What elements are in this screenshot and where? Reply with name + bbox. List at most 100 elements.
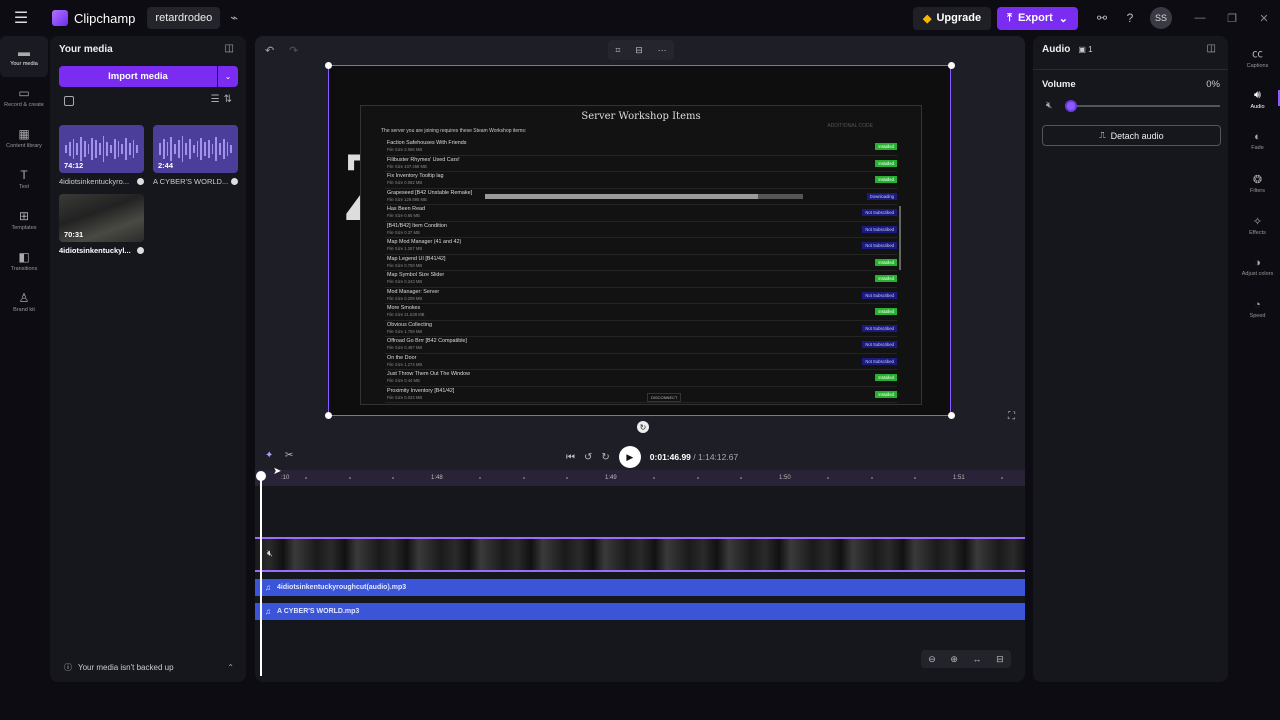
tool-adjust-colors[interactable]: ◑ Adjust colors (1235, 246, 1280, 288)
audio-track-clip-2[interactable]: ♫ A CYBER'S WORLD.mp3 (255, 603, 1025, 620)
tool-captions[interactable]: ㏄ Captions (1235, 36, 1280, 78)
restore-icon[interactable]: ❐ (1216, 0, 1248, 36)
tool-filters[interactable]: ❂ Filters (1235, 162, 1280, 204)
fit-timeline-icon[interactable]: ↔ (973, 654, 982, 664)
workshop-item-name: Offroad Go Brrr [B42 Compatible] (387, 338, 467, 344)
collapse-panel-icon[interactable]: ◫ (1207, 43, 1216, 54)
chevron-up-icon[interactable]: ⌃ (227, 663, 234, 672)
resize-handle[interactable] (948, 412, 955, 419)
media-item-audio-1[interactable]: 74:12 (59, 125, 144, 173)
tool-fade[interactable]: ◐ Fade (1235, 120, 1280, 162)
volume-slider-knob[interactable] (1065, 100, 1077, 112)
workshop-item-size: File Size 21.538 MB (387, 312, 425, 317)
volume-slider[interactable] (1065, 100, 1220, 112)
waveform (159, 135, 232, 163)
workshop-item-name: Map Legend UI [B41/42] (387, 255, 446, 262)
close-icon[interactable]: ✕ (1248, 0, 1280, 36)
tool-audio[interactable]: 🔊︎ Audio (1235, 78, 1280, 120)
filter-sort-controls[interactable]: ☰⇅ (211, 94, 236, 105)
rotate-icon[interactable]: ↻ (637, 421, 649, 433)
nav-label: Brand kit (13, 307, 35, 313)
menu-icon[interactable]: ☰ (0, 0, 42, 36)
help-icon[interactable]: ? (1116, 4, 1144, 32)
video-frame[interactable]: project Z Server Workshop Items The serv… (328, 65, 951, 416)
properties-panel: Audio ▣ 1 ◫ Volume 0% 🔇︎ ⎍ Detach audio (1033, 36, 1228, 682)
export-button[interactable]: ⤒ Export ⌄ (997, 6, 1078, 30)
playhead-handle[interactable] (256, 471, 266, 481)
zoom-in-icon[interactable]: ⊕ (950, 654, 958, 665)
workshop-item-row: Just Throw Them Out The Window File Size … (385, 370, 897, 387)
audio-track-clip-1[interactable]: ♫ 4idiotsinkentuckyroughcut(audio).mp3 (255, 579, 1025, 596)
collapse-panel-icon[interactable]: ◫ (225, 43, 234, 54)
media-item-audio-2[interactable]: 2:44 (153, 125, 238, 173)
workshop-item-row: On the Door File Size 1.274 MB Not Subscri… (385, 354, 897, 370)
import-dropdown-button[interactable]: ⌄ (218, 66, 238, 87)
select-all-checkbox[interactable] (64, 96, 74, 106)
media-item-name: 4idiotsinkentuckyro... (59, 177, 130, 186)
backup-notice[interactable]: ⓘ Your media isn't backed up ⌃ (50, 652, 246, 682)
right-tools-rail: ㏄ Captions 🔊︎ Audio ◐ Fade ❂ Filters ✧ E… (1235, 36, 1280, 696)
workshop-item-status: Not Subscribed (862, 357, 897, 365)
check-icon (137, 178, 144, 185)
playback-controls: ✦ ✂ ⏮ ↺ ↻ ▶ 0:01:46.99 / 1:14:12.67 (255, 436, 1025, 470)
record-icon: ▭ (18, 86, 30, 100)
muted-speaker-icon[interactable]: 🔇︎ (267, 548, 273, 559)
nav-templates[interactable]: ⊞ Templates (0, 200, 48, 241)
media-item-video[interactable]: 70:31 (59, 194, 144, 242)
minimize-icon[interactable]: — (1184, 0, 1216, 36)
media-duration: 2:44 (158, 161, 174, 170)
text-icon: T (20, 168, 28, 182)
brand-kit-icon: ♙ (18, 291, 30, 305)
nav-your-media[interactable]: ▬ Your media (0, 36, 48, 77)
forward-5s-icon[interactable]: ↻ (601, 452, 609, 463)
nav-record-create[interactable]: ▭ Record & create (0, 77, 48, 118)
workshop-item-status: Installed (875, 390, 897, 398)
resize-handle[interactable] (948, 62, 955, 69)
upgrade-button[interactable]: ◆ Upgrade (912, 6, 992, 30)
cloud-sync-off-icon[interactable]: ⌁ (230, 10, 238, 26)
avatar[interactable]: SS (1150, 7, 1172, 29)
crop-icon[interactable]: ⌗ (615, 45, 620, 56)
fade-icon: ◐ (1254, 131, 1261, 143)
resize-handle[interactable] (325, 62, 332, 69)
timeline-layout-icon[interactable]: ⊟ (996, 654, 1004, 665)
video-track-clip[interactable]: 🔇︎ (255, 537, 1025, 572)
workshop-item-row: Filibuster Rhymes' Used Cars! File Size 4… (385, 156, 897, 172)
fullscreen-icon[interactable]: ⛶ (1008, 411, 1015, 422)
magic-wand-icon[interactable]: ✦ (265, 450, 273, 461)
workshop-items-dialog: Server Workshop Items The server you are… (360, 105, 922, 405)
tool-effects[interactable]: ✧ Effects (1235, 204, 1280, 246)
ruler-dot (566, 477, 568, 479)
app-name: Clipchamp (74, 10, 136, 26)
play-button[interactable]: ▶ (618, 446, 641, 468)
tool-speed[interactable]: ◔ Speed (1235, 288, 1280, 330)
fit-icon[interactable]: ⊟ (635, 45, 643, 56)
nav-content-library[interactable]: ▦ Content library (0, 118, 48, 159)
nav-brand-kit[interactable]: ♙ Brand kit (0, 282, 48, 323)
workshop-item-size: File Size 0.209 MB (387, 295, 423, 301)
rewind-5s-icon[interactable]: ↺ (584, 452, 592, 463)
playhead[interactable] (260, 474, 262, 676)
undo-icon[interactable]: ↶ (265, 44, 274, 57)
nav-text[interactable]: T Text (0, 159, 48, 200)
workshop-item-size: File Size 1.274 MB (387, 361, 423, 367)
more-icon[interactable]: ⋯ (658, 45, 667, 56)
download-progress-bar (485, 193, 803, 199)
share-icon[interactable]: ⚯ (1088, 4, 1116, 32)
resize-handle[interactable] (325, 412, 332, 419)
nav-transitions[interactable]: ◧ Transitions (0, 241, 48, 282)
workshop-item-row: Mod Manager: Server File Size 0.209 MB Not… (385, 288, 897, 304)
workshop-item-size: File Size 437.458 MB (387, 163, 427, 169)
workshop-item-row: Map Legend UI [B41/42] File Size 0.758 MB… (385, 255, 897, 271)
import-media-button[interactable]: Import media (59, 66, 217, 87)
split-scissors-icon[interactable]: ✂ (285, 450, 293, 461)
mute-icon[interactable]: 🔇︎ (1046, 100, 1052, 111)
time-ruler[interactable]: :10 1:48 1:49 1:50 1:51 (255, 470, 1025, 486)
workshop-item-name: Faction Safehouses With Friends (387, 140, 467, 146)
project-name-field[interactable]: retardrodeo (147, 7, 221, 29)
detach-audio-button[interactable]: ⎍ Detach audio (1042, 125, 1221, 146)
skip-to-start-icon[interactable]: ⏮ (566, 452, 575, 463)
redo-icon[interactable]: ↷ (289, 44, 298, 57)
clipchamp-logo-icon (52, 10, 68, 26)
zoom-out-icon[interactable]: ⊖ (928, 654, 936, 665)
